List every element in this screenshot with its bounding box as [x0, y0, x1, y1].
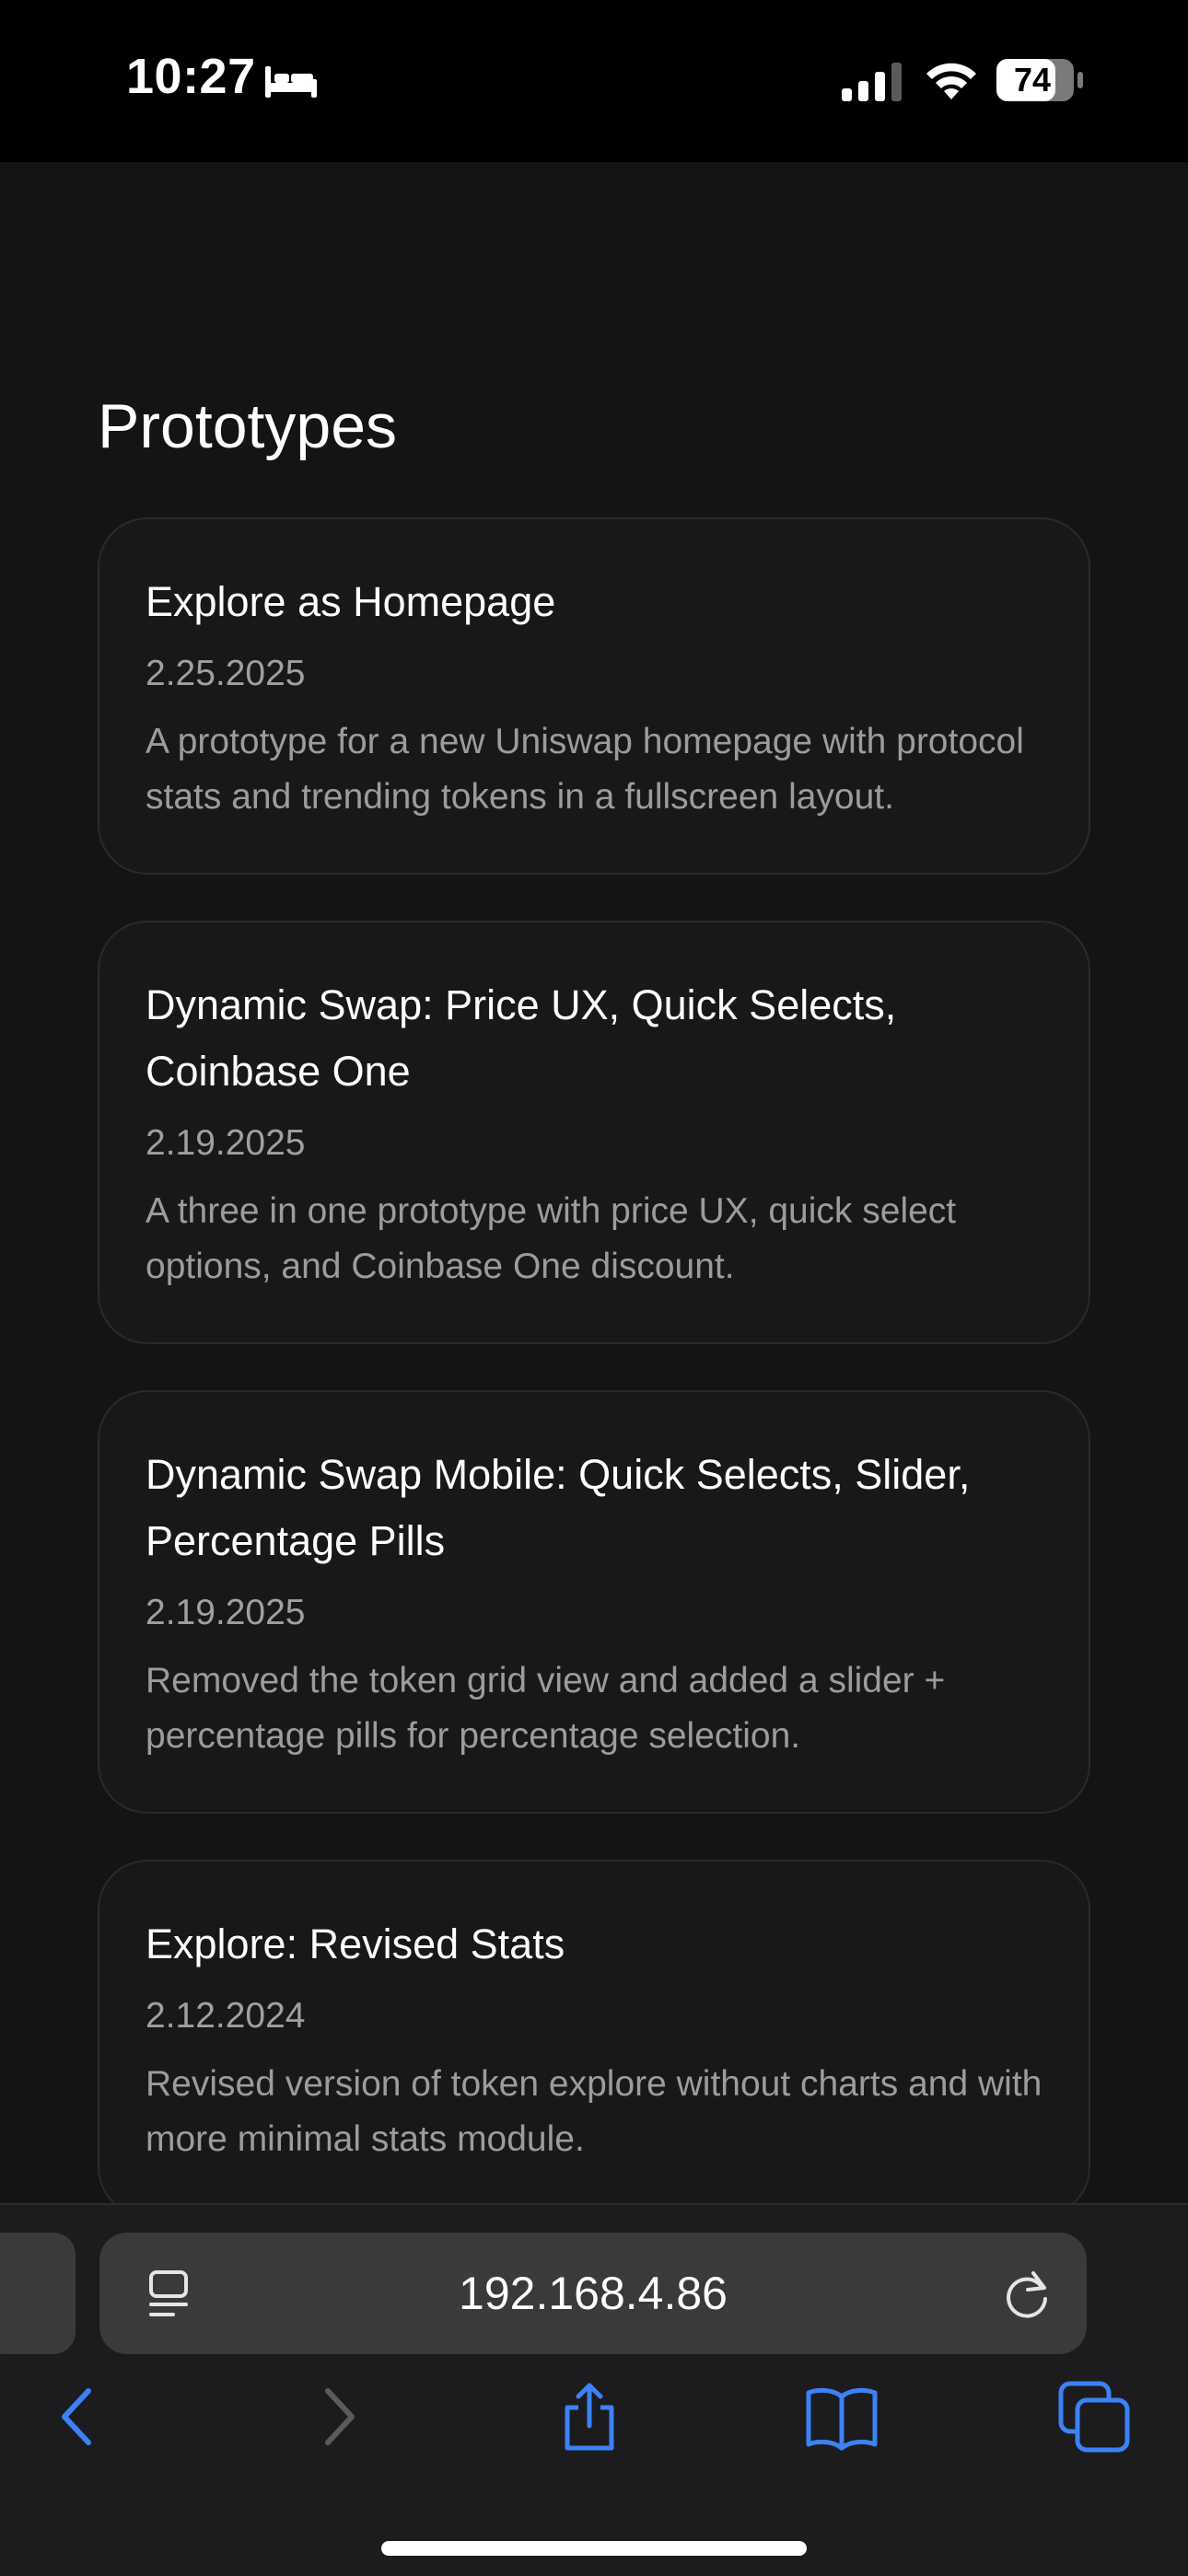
card-description: Removed the token grid view and added a …	[146, 1661, 946, 1756]
browser-toolbar: 192.168.4.86	[0, 2203, 1188, 2576]
card-date: 2.12.2024	[146, 1996, 306, 2036]
status-bar: 10:27 74	[0, 0, 1188, 162]
share-icon[interactable]	[553, 2380, 626, 2454]
back-icon[interactable]	[42, 2380, 116, 2454]
signal-icon	[842, 63, 902, 101]
tabs-icon[interactable]	[1057, 2380, 1131, 2454]
card-description: A three in one prototype with price UX, …	[146, 1191, 957, 1286]
card-date: 2.25.2025	[146, 654, 306, 693]
card-title: Explore: Revised Stats	[146, 1920, 565, 1967]
prototype-card[interactable]: Explore as Homepage 2.25.2025 A prototyp…	[98, 517, 1090, 875]
page-title: Prototypes	[98, 391, 398, 461]
prototype-card[interactable]: Dynamic Swap Mobile: Quick Selects, Slid…	[98, 1390, 1090, 1814]
reload-icon[interactable]	[1002, 2268, 1054, 2319]
status-time: 10:27	[126, 49, 256, 104]
wifi-icon	[926, 63, 976, 99]
card-description: A prototype for a new Uniswap homepage w…	[146, 722, 1024, 817]
card-title: Dynamic Swap: Price UX, Quick Selects, C…	[146, 981, 897, 1095]
card-title: Explore as Homepage	[146, 578, 556, 625]
prototype-list: Explore as Homepage 2.25.2025 A prototyp…	[98, 517, 1090, 2263]
card-date: 2.19.2025	[146, 1593, 306, 1632]
card-title: Dynamic Swap Mobile: Quick Selects, Slid…	[146, 1451, 971, 1564]
card-description: Revised version of token explore without…	[146, 2064, 1042, 2159]
prototype-card[interactable]: Explore: Revised Stats 2.12.2024 Revised…	[98, 1860, 1090, 2217]
bookmarks-icon[interactable]	[805, 2380, 879, 2454]
prototype-card[interactable]: Dynamic Swap: Price UX, Quick Selects, C…	[98, 921, 1090, 1344]
forward-icon[interactable]	[300, 2380, 374, 2454]
url-text[interactable]: 192.168.4.86	[99, 2233, 1087, 2354]
previous-tab-preview[interactable]	[0, 2233, 76, 2354]
bed-icon	[265, 66, 317, 98]
address-bar[interactable]: 192.168.4.86	[99, 2233, 1087, 2354]
home-indicator	[381, 2541, 807, 2556]
card-date: 2.19.2025	[146, 1123, 306, 1163]
battery-level: 74	[1013, 61, 1052, 99]
